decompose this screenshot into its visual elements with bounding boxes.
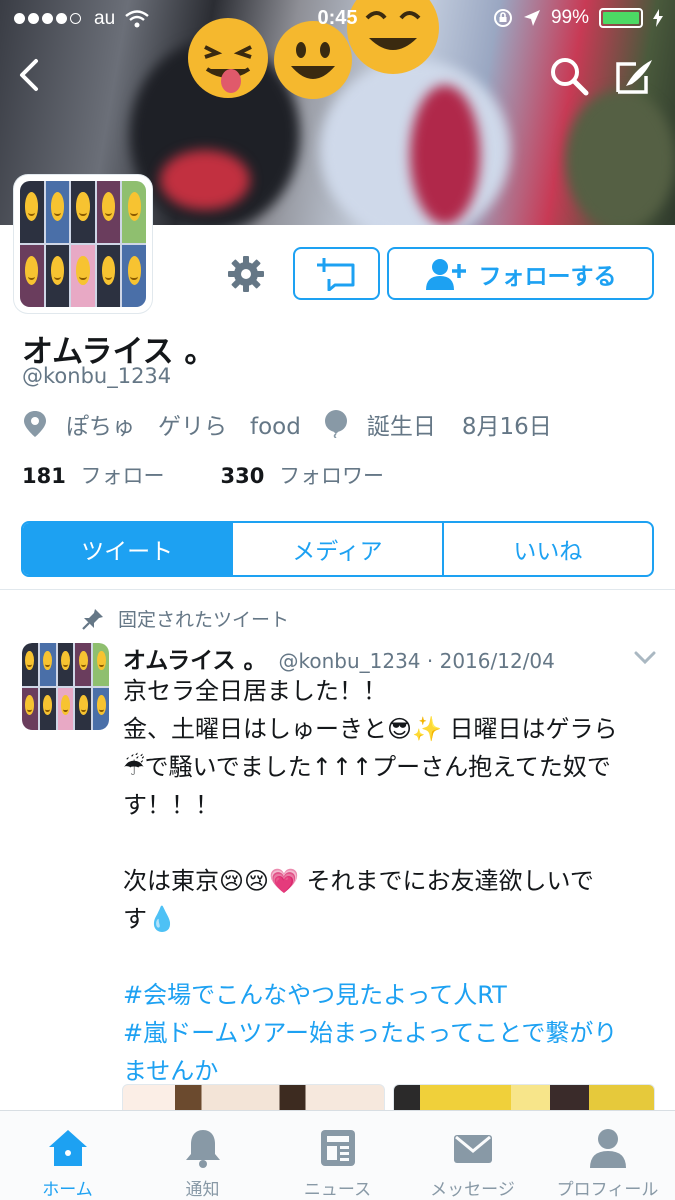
list-add-icon (316, 257, 354, 291)
balloon-icon (324, 410, 347, 438)
bell-icon (185, 1130, 220, 1168)
birthday-value: 8月16日 (461, 414, 552, 440)
tab-tweets[interactable]: ツイート (23, 523, 234, 575)
pin-icon (82, 608, 103, 630)
tweet-line: 京セラ全日居ました！！ (123, 677, 387, 705)
followers-count: 330 (220, 464, 265, 488)
following-count-link[interactable]: 181 フォロー (22, 460, 165, 490)
tab-profile[interactable]: プロフィール (540, 1111, 675, 1200)
home-icon (48, 1130, 87, 1166)
following-label: フォロー (80, 464, 165, 488)
gear-icon[interactable] (226, 254, 266, 294)
follow-counts: 181 フォロー 330 フォロワー (22, 460, 384, 490)
hashtag-link[interactable]: #嵐ドームツアー始まったよってことで繋がり (123, 1014, 653, 1052)
pinned-indicator: 固定されたツイート (82, 605, 289, 632)
tweet-line: す！！！ (123, 791, 219, 819)
tab-messages-label: メッセージ (430, 1180, 515, 1200)
chevron-left-icon[interactable] (10, 55, 50, 95)
chevron-down-icon[interactable] (633, 650, 657, 666)
tweet-line: ☔で騒いでました↑↑↑プーさん抱えてた奴で (123, 753, 611, 781)
news-icon (320, 1130, 355, 1166)
tweet-author-name[interactable]: オムライス 。 (123, 641, 266, 675)
add-user-icon (425, 258, 466, 290)
status-bar: au 0:45 99% (0, 0, 675, 40)
tab-home-label: ホーム (42, 1180, 93, 1200)
bottom-tab-bar: ホーム 通知 ニュース メッセージ プロフィール (0, 1110, 675, 1200)
followers-label: フォロワー (279, 464, 385, 488)
hashtag-link[interactable]: #会場でこんなやつ見たよって人RT (123, 976, 653, 1014)
birthday-label: 誕生日 (366, 414, 436, 440)
divider (0, 589, 675, 590)
tab-notifications-label: 通知 (185, 1180, 220, 1200)
tab-profile-label: プロフィール (556, 1180, 659, 1200)
envelope-icon (453, 1135, 492, 1163)
follow-button[interactable]: フォローする (387, 247, 654, 300)
tweet-line: す💧 (123, 905, 177, 933)
tab-home[interactable]: ホーム (0, 1111, 135, 1200)
location-arrow-icon (523, 10, 540, 26)
followers-count-link[interactable]: 330 フォロワー (221, 460, 385, 490)
tab-news[interactable]: ニュース (270, 1111, 405, 1200)
location-text: ぽちゅ ゲリら food (66, 414, 301, 440)
location-pin-icon (24, 411, 46, 437)
tab-messages[interactable]: メッセージ (405, 1111, 540, 1200)
tweet-line: 金、土曜日はしゅーきと😎✨ 日曜日はゲラら (123, 715, 618, 743)
profile-avatar[interactable] (14, 175, 152, 313)
pinned-label: 固定されたツイート (118, 609, 290, 631)
tab-likes[interactable]: いいね (444, 523, 652, 575)
tweet-line: 次は東京😢😢💗 それまでにお友達欲しいで (123, 867, 594, 895)
person-icon (589, 1129, 626, 1168)
tweet-avatar[interactable] (22, 643, 109, 730)
rotation-lock-icon (493, 9, 512, 27)
charging-bolt-icon (653, 9, 663, 27)
profile-tabs: ツイート メディア いいね (21, 521, 654, 577)
tweet-author-meta: @konbu_1234 · 2016/12/04 (278, 649, 555, 673)
follow-button-label: フォローする (478, 263, 617, 290)
battery-icon (599, 8, 643, 28)
following-count: 181 (22, 464, 66, 488)
add-to-list-button[interactable] (293, 247, 380, 300)
tab-media[interactable]: メディア (233, 523, 444, 575)
compose-icon[interactable] (612, 54, 656, 98)
tab-news-label: ニュース (303, 1180, 372, 1200)
battery-percent: 99% (550, 7, 589, 28)
tab-notifications[interactable]: 通知 (135, 1111, 270, 1200)
tweet-text: 京セラ全日居ました！！ 金、土曜日はしゅーきと😎✨ 日曜日はゲラら ☔で騒いでま… (123, 672, 653, 1090)
profile-meta: ぽちゅ ゲリら food 誕生日 8月16日 (22, 408, 552, 440)
tweet-header: オムライス 。 @konbu_1234 · 2016/12/04 (123, 641, 555, 675)
user-handle: @konbu_1234 (22, 364, 172, 388)
search-icon[interactable] (548, 55, 590, 97)
